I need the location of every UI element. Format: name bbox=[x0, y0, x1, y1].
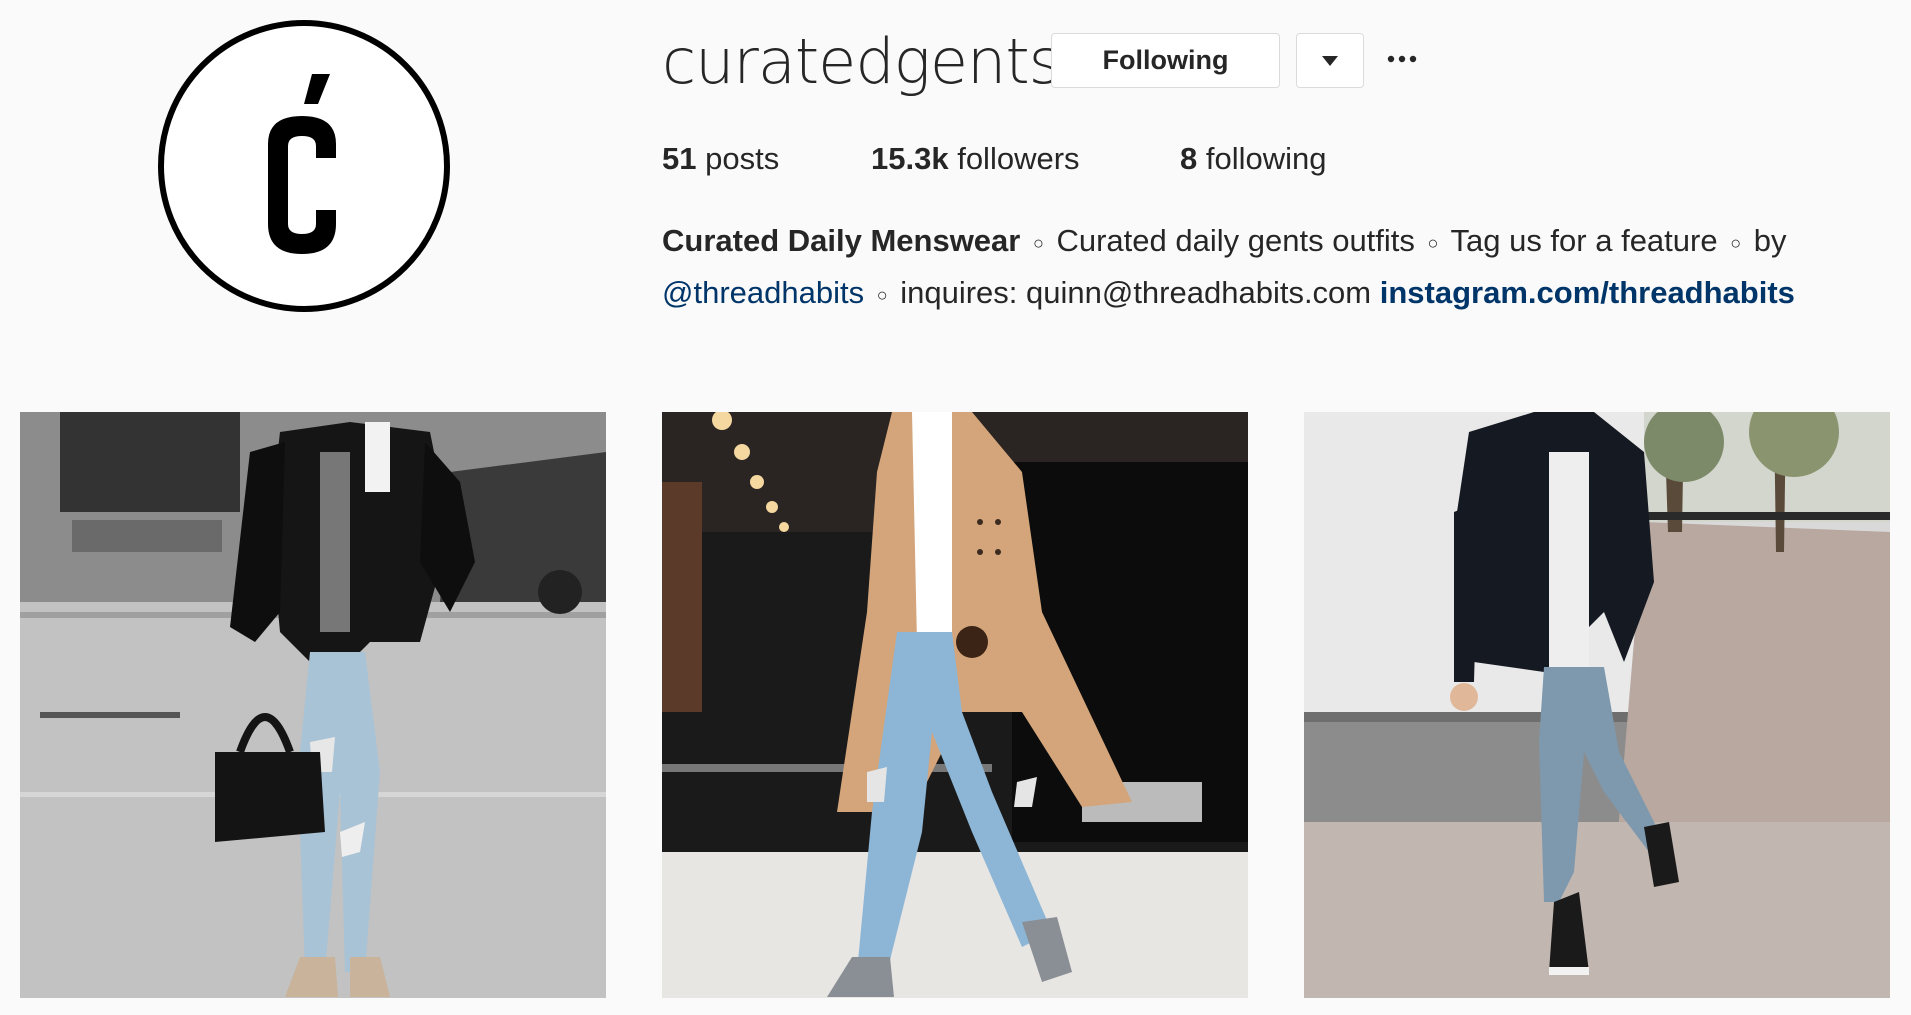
caret-down-icon bbox=[1322, 55, 1338, 66]
suggestions-dropdown-button[interactable] bbox=[1296, 33, 1364, 88]
post-thumbnail-1[interactable] bbox=[20, 412, 606, 998]
bio-website-link[interactable]: instagram.com/threadhabits bbox=[1380, 275, 1795, 310]
posts-count: 51 bbox=[662, 141, 697, 176]
followers-count: 15.3k bbox=[871, 141, 949, 176]
bio-separator: ○ bbox=[1032, 232, 1044, 253]
followers-label: followers bbox=[957, 141, 1080, 176]
following-label: following bbox=[1205, 141, 1327, 176]
bio-separator: ○ bbox=[1427, 232, 1439, 253]
post-image-1 bbox=[20, 412, 606, 998]
post-image-2 bbox=[662, 412, 1248, 998]
profile-bio: Curated Daily Menswear ○ Curated daily g… bbox=[662, 216, 1902, 320]
bio-name: Curated Daily Menswear bbox=[662, 223, 1021, 258]
profile-avatar[interactable] bbox=[158, 20, 450, 312]
bio-separator: ○ bbox=[1730, 232, 1742, 253]
following-count: 8 bbox=[1180, 141, 1198, 176]
bio-line-2: @threadhabits ○ inquires: quinn@threadha… bbox=[662, 268, 1902, 320]
more-options-button[interactable] bbox=[1386, 44, 1418, 74]
post-image-3 bbox=[1304, 412, 1890, 998]
profile-username: curatedgents bbox=[662, 25, 1061, 98]
post-thumbnail-2[interactable] bbox=[662, 412, 1248, 998]
following-button[interactable]: Following bbox=[1051, 33, 1280, 88]
ellipsis-icon bbox=[1387, 55, 1417, 63]
stat-following[interactable]: 8 following bbox=[1180, 137, 1327, 181]
avatar-logo-icon bbox=[268, 74, 336, 254]
posts-label: posts bbox=[705, 141, 780, 176]
bio-text-3: by bbox=[1753, 223, 1787, 258]
stat-posts: 51 posts bbox=[662, 137, 779, 181]
post-thumbnail-3[interactable] bbox=[1304, 412, 1890, 998]
bio-text-1: Curated daily gents outfits bbox=[1056, 223, 1415, 258]
bio-mention-link[interactable]: @threadhabits bbox=[662, 275, 864, 310]
bio-inquiries: inquires: quinn@threadhabits.com bbox=[900, 274, 1372, 310]
bio-line-1: Curated Daily Menswear ○ Curated daily g… bbox=[662, 216, 1902, 268]
bio-separator: ○ bbox=[876, 284, 888, 305]
stat-followers[interactable]: 15.3k followers bbox=[871, 137, 1080, 181]
bio-text-2: Tag us for a feature bbox=[1450, 223, 1718, 258]
